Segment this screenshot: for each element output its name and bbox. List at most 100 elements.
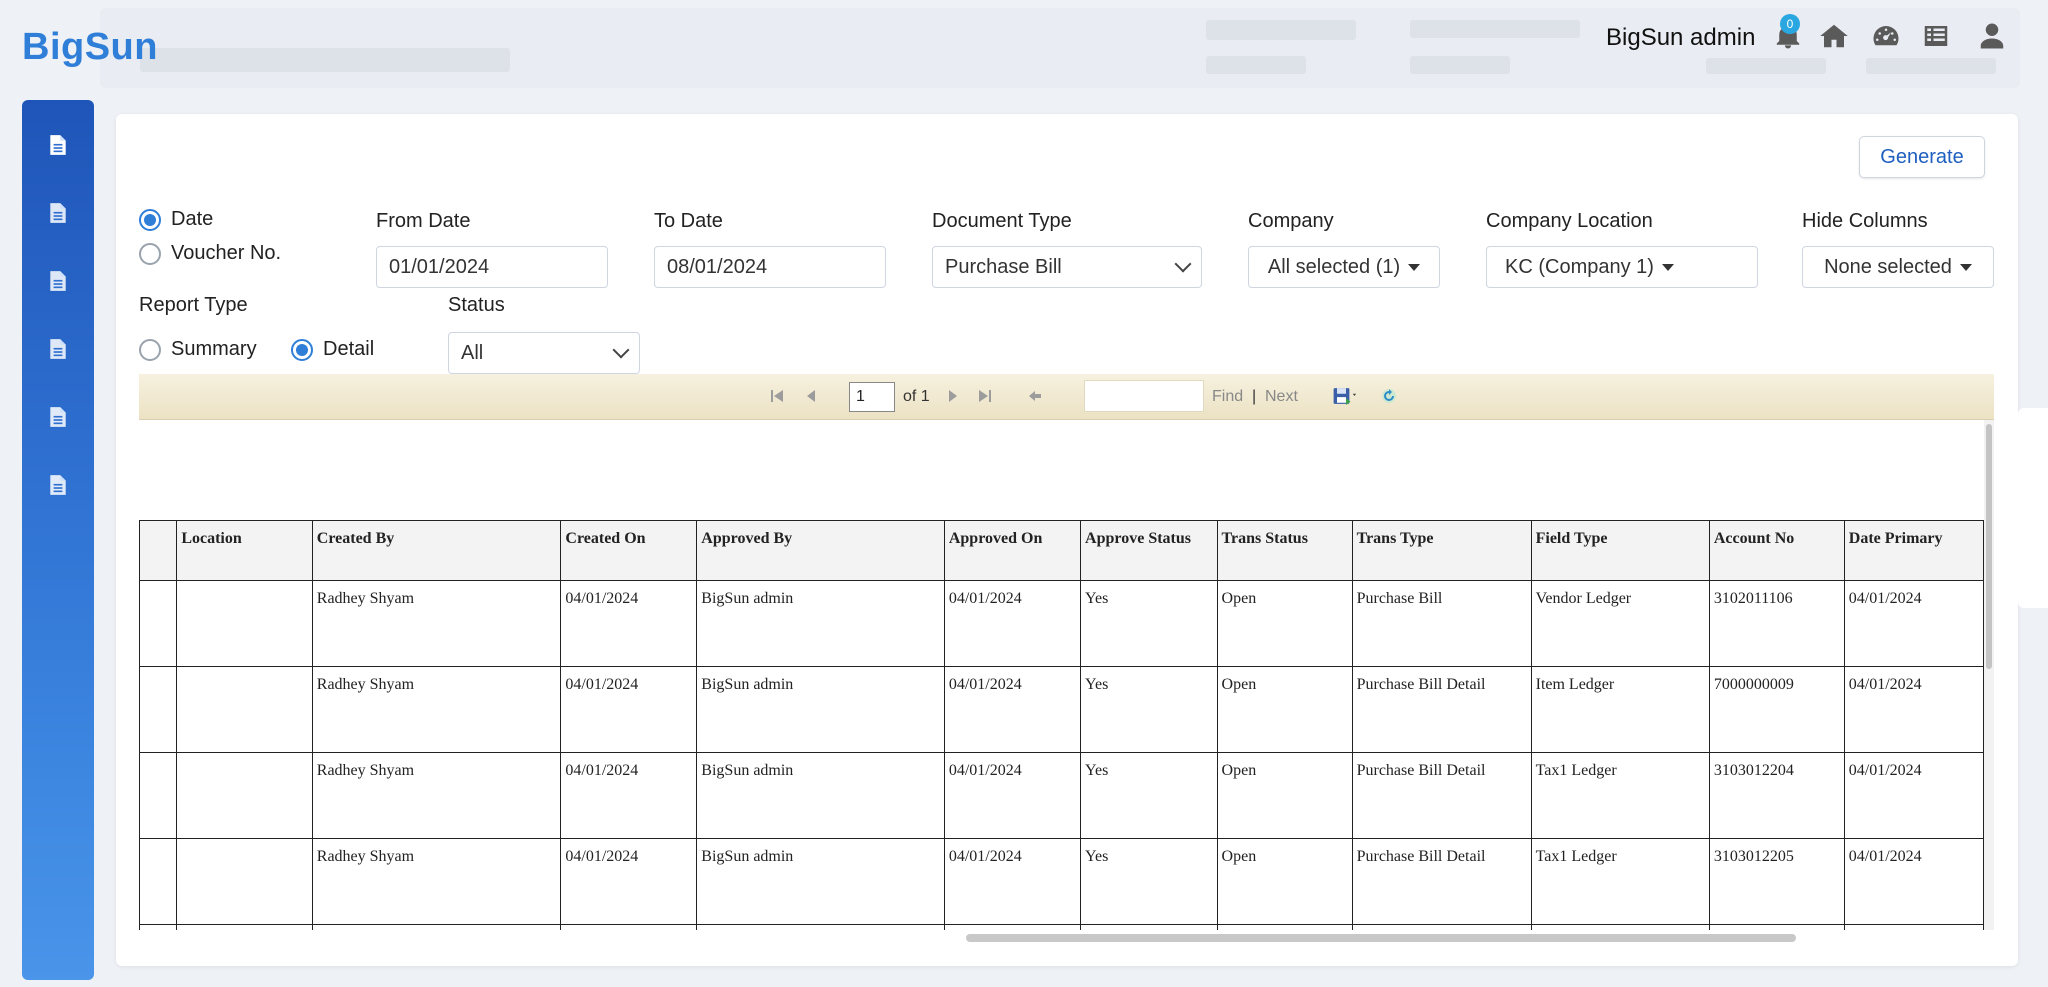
detail-radio-label: Detail: [323, 338, 375, 360]
chevron-down-icon: [1174, 255, 1192, 273]
find-text-input[interactable]: [1084, 380, 1204, 412]
background-text-3: [1410, 20, 1580, 38]
from-date-label: From Date: [376, 210, 471, 232]
table-cell: [176, 580, 313, 667]
background-text-6: [1866, 58, 1996, 74]
column-header: Date Primary: [1843, 520, 1984, 581]
table-cell: [1708, 924, 1845, 930]
table-cell: Open: [1216, 838, 1353, 925]
table-cell: Open: [1216, 666, 1353, 753]
report-card: Generate Date Voucher No. From Date 01/0…: [116, 114, 2018, 966]
summary-radio[interactable]: [139, 338, 161, 361]
list-icon[interactable]: [1918, 18, 1954, 54]
date-radio-label: Date: [171, 208, 214, 230]
sidebar: [22, 100, 94, 980]
page-number-input[interactable]: 1: [849, 382, 895, 412]
report-viewer-toolbar: 1 of 1 Find | Next: [139, 374, 1994, 420]
table-cell: [560, 924, 698, 930]
company-value: All selected (1): [1267, 255, 1401, 278]
table-cell: [176, 924, 313, 930]
date-radio-option[interactable]: Date: [139, 208, 213, 231]
hide-columns-value: None selected: [1824, 255, 1952, 278]
table-cell: 3102011106: [1708, 580, 1845, 667]
column-header: [139, 520, 178, 581]
export-save-icon[interactable]: [1329, 386, 1363, 406]
document-type-value: Purchase Bill: [945, 255, 1062, 278]
table-cell: 04/01/2024: [943, 580, 1082, 667]
date-radio[interactable]: [139, 208, 161, 231]
detail-radio[interactable]: [291, 338, 313, 361]
table-cell: [139, 666, 178, 753]
company-location-multiselect[interactable]: KC (Company 1): [1486, 246, 1758, 288]
table-cell: [176, 666, 313, 753]
hide-columns-multiselect[interactable]: None selected: [1802, 246, 1994, 288]
column-header: Created By: [311, 520, 562, 581]
to-date-value: 08/01/2024: [667, 255, 768, 278]
voucher-radio-option[interactable]: Voucher No.: [139, 242, 281, 265]
caret-down-icon: [1661, 263, 1674, 271]
first-page-icon[interactable]: [767, 386, 787, 406]
background-text-4: [1410, 56, 1510, 74]
table-cell: Open: [1216, 580, 1353, 667]
sidebar-item-1-document-icon[interactable]: [44, 130, 72, 160]
table-cell: Tax1 Ledger: [1530, 752, 1710, 839]
voucher-radio[interactable]: [139, 242, 161, 265]
company-location-label: Company Location: [1486, 210, 1653, 232]
table-cell: [1843, 924, 1984, 930]
status-select[interactable]: All: [448, 332, 640, 374]
table-cell: Radhey Shyam: [311, 838, 562, 925]
app-logo[interactable]: BigSun: [22, 26, 158, 69]
dashboard-icon[interactable]: [1868, 18, 1904, 54]
hide-columns-label: Hide Columns: [1802, 210, 1928, 232]
notification-badge: 0: [1780, 14, 1800, 34]
find-separator: |: [1252, 388, 1257, 405]
table-cell: Yes: [1080, 752, 1218, 839]
background-text-2: [1206, 56, 1306, 74]
table-cell: [139, 838, 178, 925]
home-icon[interactable]: [1816, 18, 1852, 54]
vertical-scrollbar-thumb[interactable]: [1986, 424, 1992, 669]
sidebar-item-5-document-icon[interactable]: [44, 402, 72, 432]
user-name[interactable]: BigSun admin: [1606, 24, 1755, 52]
document-type-label: Document Type: [932, 210, 1072, 232]
table-cell: Radhey Shyam: [311, 752, 562, 839]
table-cell: BigSun admin: [696, 752, 945, 839]
column-header: Location: [176, 520, 313, 581]
next-link[interactable]: Next: [1265, 388, 1298, 406]
table-row: Radhey Shyam 04/01/2024 BigSun admin 04/…: [139, 666, 1984, 753]
previous-page-icon[interactable]: [801, 386, 821, 406]
side-panel-edge: [2018, 408, 2048, 608]
from-date-input[interactable]: 01/01/2024: [376, 246, 608, 288]
sidebar-item-3-document-icon[interactable]: [44, 266, 72, 296]
sidebar-item-4-document-icon[interactable]: [44, 334, 72, 364]
to-date-input[interactable]: 08/01/2024: [654, 246, 886, 288]
company-multiselect[interactable]: All selected (1): [1248, 246, 1440, 288]
background-text-7: [140, 48, 510, 72]
last-page-icon[interactable]: [975, 386, 995, 406]
table-cell: [1216, 924, 1353, 930]
table-row: Radhey Shyam 04/01/2024 BigSun admin 04/…: [139, 580, 1984, 667]
table-cell: [139, 924, 178, 930]
sidebar-item-6-document-icon[interactable]: [44, 470, 72, 500]
table-cell: Vendor Ledger: [1530, 580, 1710, 667]
status-label: Status: [448, 294, 505, 316]
table-cell: [1080, 924, 1218, 930]
find-link[interactable]: Find: [1212, 388, 1243, 406]
voucher-radio-label: Voucher No.: [171, 242, 282, 264]
next-page-icon[interactable]: [943, 386, 963, 406]
summary-radio-option[interactable]: Summary: [139, 338, 257, 361]
table-cell: 7000000009: [1708, 666, 1845, 753]
horizontal-scrollbar-thumb[interactable]: [966, 934, 1796, 942]
background-text-1: [1206, 20, 1356, 40]
to-date-label: To Date: [654, 210, 723, 232]
detail-radio-option[interactable]: Detail: [291, 338, 374, 361]
table-cell: 04/01/2024: [560, 666, 698, 753]
report-type-label: Report Type: [139, 294, 248, 316]
refresh-icon[interactable]: [1379, 386, 1399, 406]
document-type-select[interactable]: Purchase Bill: [932, 246, 1202, 288]
column-header: Field Type: [1530, 520, 1710, 581]
sidebar-item-2-document-icon[interactable]: [44, 198, 72, 228]
back-icon[interactable]: [1025, 386, 1045, 406]
user-icon[interactable]: [1974, 18, 2010, 54]
generate-button[interactable]: Generate: [1859, 136, 1985, 178]
